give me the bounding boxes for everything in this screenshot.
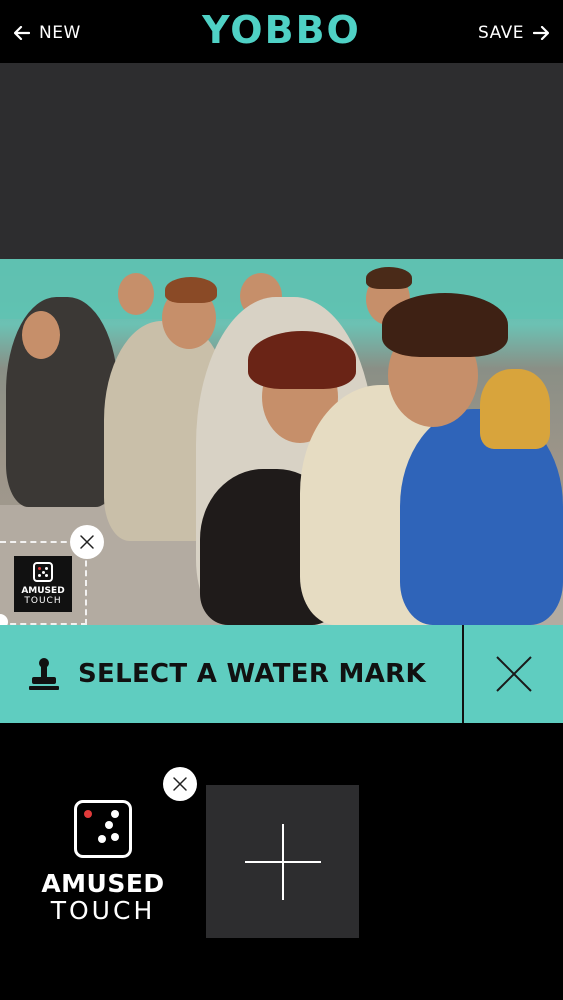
save-label: SAVE [477, 23, 524, 43]
select-watermark-label: SELECT A WATER MARK [78, 659, 426, 689]
remove-watermark-button[interactable] [70, 525, 104, 559]
save-button[interactable]: SAVE [478, 20, 549, 46]
watermark-tile-line2: TOUCH [50, 896, 156, 925]
photo-face [118, 273, 154, 315]
watermark-preview-line1: AMUSED [21, 586, 65, 596]
arrow-right-icon [533, 26, 549, 40]
photo-hair [248, 331, 356, 389]
remove-tile-button[interactable] [163, 767, 197, 801]
close-icon [173, 777, 187, 791]
close-icon [495, 656, 532, 692]
die-icon [74, 800, 132, 858]
close-icon [80, 535, 94, 549]
photo-face [22, 311, 60, 359]
close-button[interactable] [464, 625, 563, 723]
plus-icon [244, 823, 321, 900]
watermark-tile[interactable]: AMUSED TOUCH [40, 800, 166, 930]
select-watermark-button[interactable]: SELECT A WATER MARK [0, 625, 462, 723]
stamp-icon [29, 658, 59, 690]
photo-hair [366, 267, 412, 289]
add-watermark-button[interactable] [206, 785, 359, 938]
photo-hair [165, 277, 217, 303]
watermark-tile-line1: AMUSED [41, 869, 165, 898]
photo-hair [382, 293, 508, 357]
watermark-preview-logo[interactable]: AMUSED TOUCH [14, 556, 72, 612]
canvas-background [0, 63, 563, 259]
die-icon [33, 562, 53, 582]
photo-figure [480, 369, 550, 449]
watermark-preview-line2: TOUCH [24, 596, 62, 606]
top-bar: NEW YOBBO SAVE [0, 0, 563, 63]
